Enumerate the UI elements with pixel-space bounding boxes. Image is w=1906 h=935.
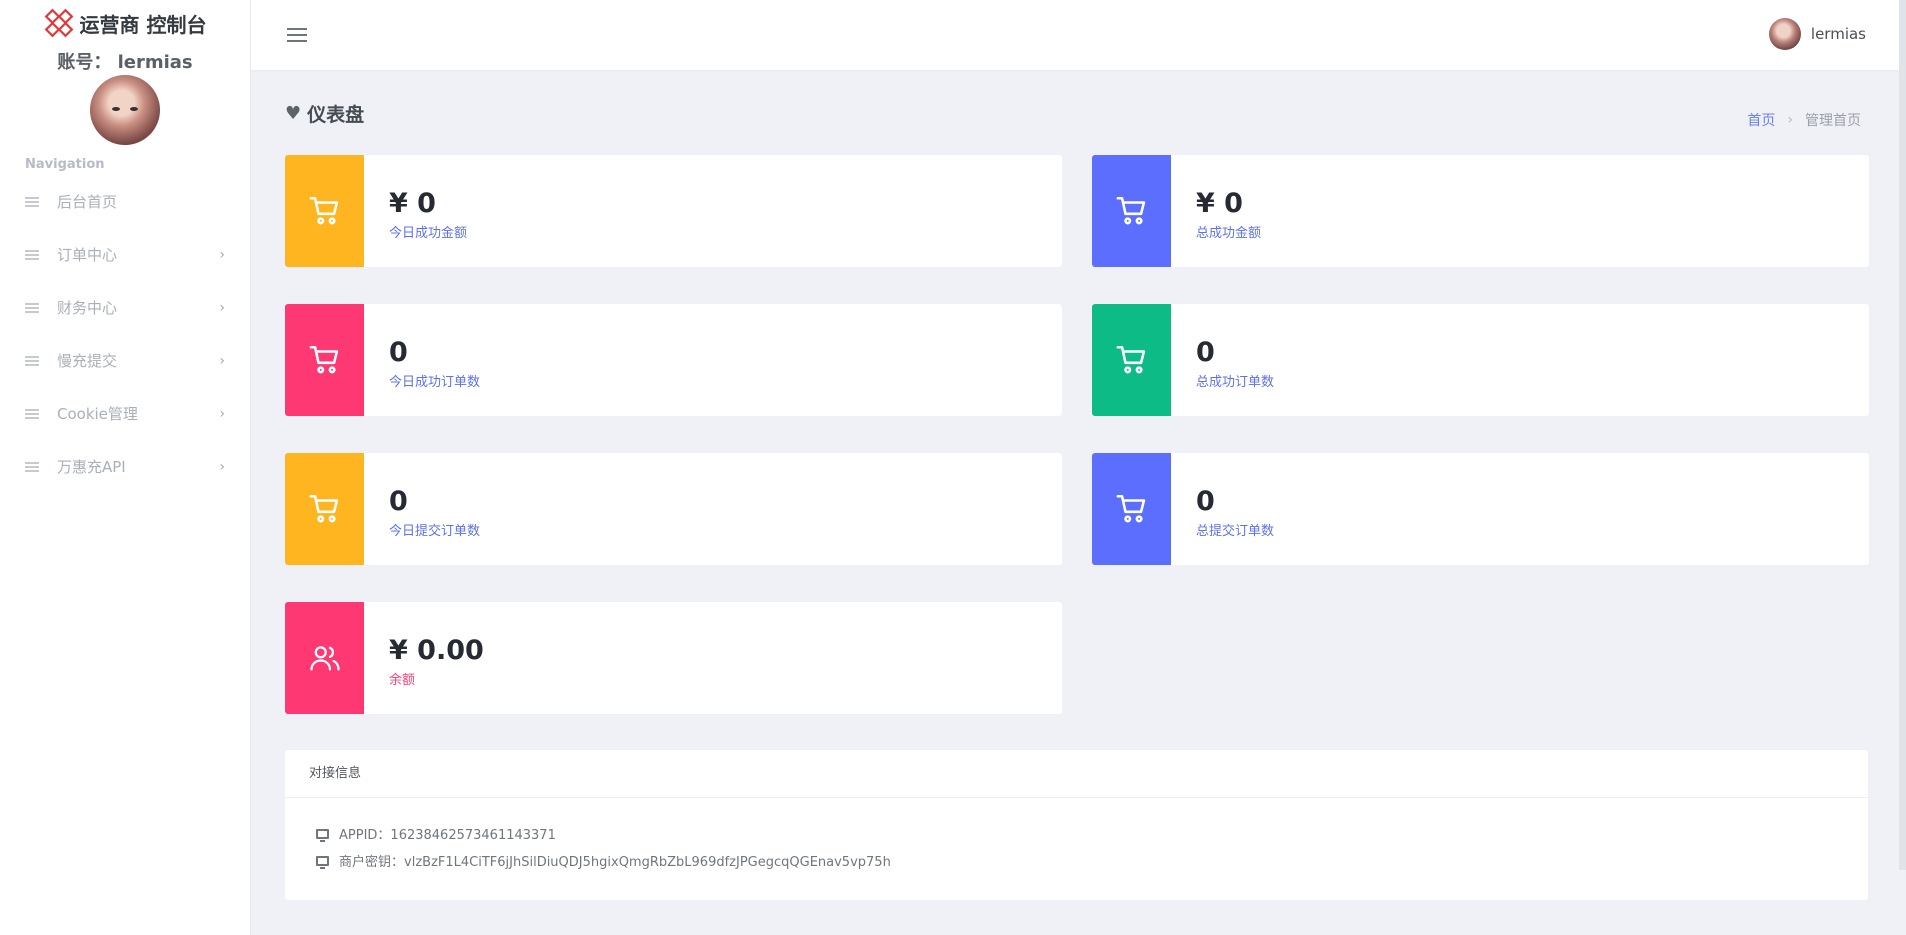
brand-title: 运营商 控制台 [79,12,207,37]
menu-toggle-icon[interactable] [287,28,307,46]
stat-label: 今日成功金额 [389,226,468,241]
stat-icon-box [285,602,364,714]
stat-label: 余额 [389,673,416,688]
chevron-right-icon: › [219,247,225,263]
chevron-right-icon: › [219,300,225,316]
cart-icon [1116,345,1145,374]
monitor-icon [316,828,329,842]
sidebar-item-api[interactable]: 万惠充API › [0,440,250,493]
avatar [90,75,160,145]
page-title: ♥ 仪表盘 [285,100,364,127]
stat-icon-box [1092,304,1171,416]
sidebar-item-label: 慢充提交 [57,352,118,370]
sidebar-item-label: 后台首页 [57,193,118,211]
sidebar: 运营商 控制台 账号： lermias Navigation 后台首页 订单中心… [0,0,251,935]
list-icon [25,196,39,207]
nav-title: Navigation [25,157,105,172]
sidebar-item-label: 订单中心 [57,246,118,264]
stat-card-balance: ¥ 0.00 余额 [285,602,1062,714]
unicom-logo-icon [44,8,73,38]
stat-label: 总提交订单数 [1196,524,1275,539]
cart-icon [309,196,338,225]
appid-value: 16238462573461143371 [390,828,556,843]
appid-label: APPID： [339,828,391,843]
topbar: lermias [251,0,1906,70]
breadcrumb-home[interactable]: 首页 [1747,110,1775,130]
sidebar-nav: 后台首页 订单中心 › 财务中心 › 慢充提交 › Cookie管理 › 万惠充… [0,175,250,493]
list-icon [25,355,39,366]
stat-value: ¥ 0 [1196,188,1243,219]
user-avatar [1768,18,1801,50]
breadcrumb-separator: › [1787,112,1793,128]
sidebar-item-finance[interactable]: 财务中心 › [0,281,250,334]
breadcrumb: 首页 › 管理首页 [1747,110,1861,130]
stat-icon-box [1092,453,1171,565]
page-title-text: 仪表盘 [307,104,365,126]
sidebar-item-label: 万惠充API [57,458,126,476]
stat-card-today-amount: ¥ 0 今日成功金额 [285,155,1062,267]
stat-card-today-submitted: 0 今日提交订单数 [285,453,1062,565]
sidebar-item-orders[interactable]: 订单中心 › [0,228,250,281]
cart-icon [309,345,338,374]
stat-value: 0 [1196,337,1215,368]
stat-card-total-amount: ¥ 0 总成功金额 [1092,155,1869,267]
list-icon [25,302,39,313]
monitor-icon [316,855,329,869]
stat-label: 总成功金额 [1196,226,1262,241]
chevron-right-icon: › [219,406,225,422]
merchant-key-value: vlzBzF1L4CiTF6jJhSilDiuQDJ5hgixQmgRbZbL9… [404,855,891,870]
stat-card-today-orders: 0 今日成功订单数 [285,304,1062,416]
heart-icon: ♥ [285,103,302,124]
users-icon [309,646,340,671]
integration-info-panel: 对接信息 APPID：16238462573461143371 商户密钥：vlz… [285,750,1868,900]
sidebar-item-slow-recharge[interactable]: 慢充提交 › [0,334,250,387]
list-icon [25,408,39,419]
stat-card-total-orders: 0 总成功订单数 [1092,304,1869,416]
stat-label: 今日提交订单数 [389,524,481,539]
stat-icon-box [285,453,364,565]
sidebar-item-label: Cookie管理 [57,405,138,423]
scrollbar[interactable] [1899,0,1906,870]
merchant-key-label: 商户密钥： [339,855,405,870]
stat-value: ¥ 0 [389,188,436,219]
chevron-right-icon: › [219,353,225,369]
cart-icon [1116,494,1145,523]
merchant-key-row: 商户密钥：vlzBzF1L4CiTF6jJhSilDiuQDJ5hgixQmgR… [316,851,891,870]
stat-label: 总成功订单数 [1196,375,1275,390]
breadcrumb-current: 管理首页 [1805,113,1861,129]
panel-title: 对接信息 [285,750,1868,798]
list-icon [25,249,39,260]
stat-value: 0 [389,337,408,368]
sidebar-item-cookie[interactable]: Cookie管理 › [0,387,250,440]
list-icon [25,461,39,472]
sidebar-item-home[interactable]: 后台首页 [0,175,250,228]
stat-icon-box [285,304,364,416]
appid-row: APPID：16238462573461143371 [316,824,556,843]
account-label: 账号： lermias [57,52,193,73]
stat-value: 0 [1196,486,1215,517]
stat-value: ¥ 0.00 [389,635,484,666]
stat-icon-box [285,155,364,267]
stat-icon-box [1092,155,1171,267]
stat-card-total-submitted: 0 总提交订单数 [1092,453,1869,565]
chevron-right-icon: › [219,459,225,475]
sidebar-item-label: 财务中心 [57,299,118,317]
stat-value: 0 [389,486,408,517]
brand[interactable]: 运营商 控制台 [0,8,250,38]
user-menu[interactable]: lermias [1768,18,1866,50]
cart-icon [1116,196,1145,225]
cart-icon [309,494,338,523]
stat-label: 今日成功订单数 [389,375,481,390]
user-name: lermias [1810,25,1866,43]
